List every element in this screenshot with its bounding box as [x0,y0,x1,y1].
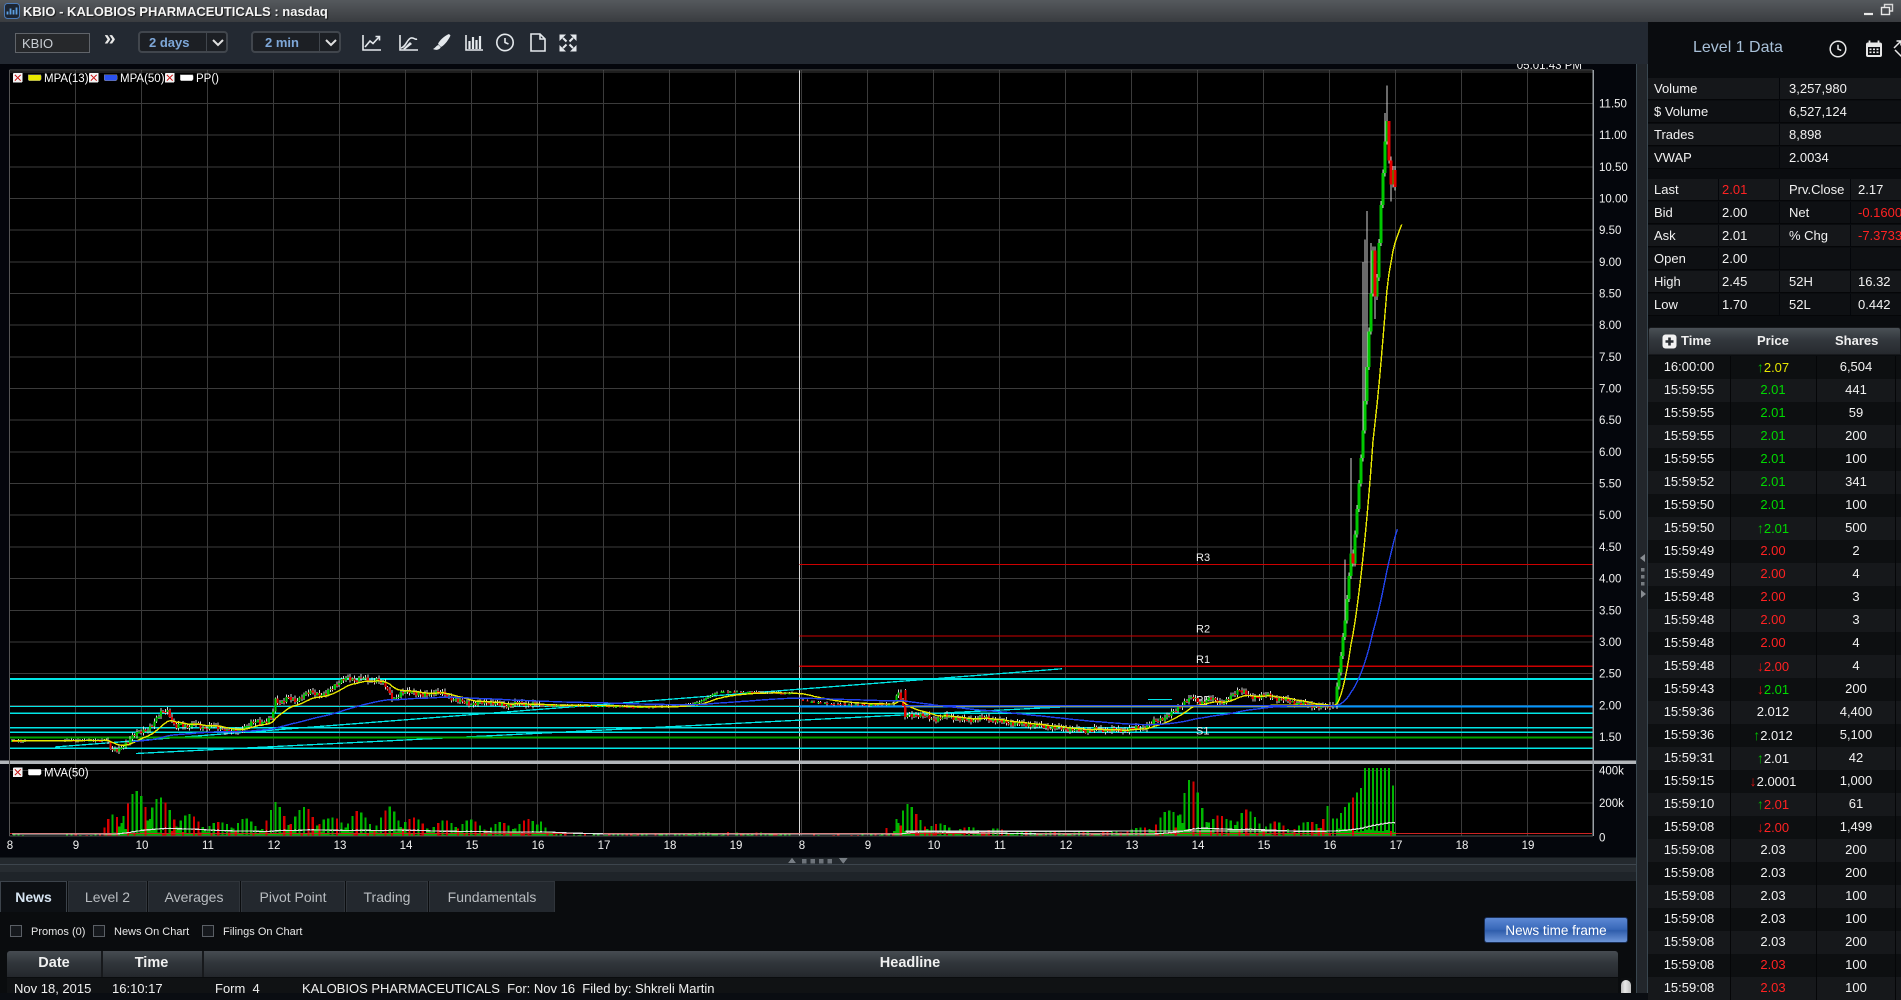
svg-text:15: 15 [1258,840,1271,852]
svg-text:10.50: 10.50 [1599,162,1628,174]
svg-text:15: 15 [466,840,479,852]
svg-text:13: 13 [1126,840,1139,852]
svg-text:7.50: 7.50 [1599,352,1621,364]
svg-text:18: 18 [664,840,677,852]
svg-text:4.50: 4.50 [1599,542,1621,554]
svg-text:MVA(50): MVA(50) [44,768,89,780]
svg-text:9.50: 9.50 [1599,225,1621,237]
svg-text:11: 11 [994,840,1006,852]
svg-text:5.50: 5.50 [1599,479,1621,491]
svg-text:5.00: 5.00 [1599,510,1621,522]
svg-text:11: 11 [202,840,214,852]
svg-text:7.00: 7.00 [1599,384,1621,396]
svg-text:10: 10 [136,840,149,852]
svg-text:8: 8 [799,840,805,852]
svg-text:05:01:43 PM: 05:01:43 PM [1517,64,1582,72]
svg-text:12: 12 [268,840,281,852]
svg-text:0: 0 [1599,833,1605,845]
svg-text:4.00: 4.00 [1599,574,1621,586]
svg-text:9: 9 [73,840,79,852]
svg-text:10: 10 [928,840,941,852]
svg-text:8.50: 8.50 [1599,289,1621,301]
svg-text:1.50: 1.50 [1599,732,1621,744]
svg-text:MPA(50): MPA(50) [120,73,165,85]
svg-text:13: 13 [334,840,347,852]
svg-text:3.00: 3.00 [1599,637,1621,649]
svg-text:14: 14 [400,840,413,852]
svg-text:3.50: 3.50 [1599,605,1621,617]
svg-text:6.00: 6.00 [1599,447,1621,459]
svg-text:16: 16 [1324,840,1337,852]
svg-text:12: 12 [1060,840,1073,852]
svg-text:PP(): PP() [196,73,219,85]
svg-text:19: 19 [1522,840,1535,852]
svg-text:9.00: 9.00 [1599,257,1621,269]
svg-text:14: 14 [1192,840,1205,852]
svg-text:11.50: 11.50 [1599,99,1627,111]
svg-text:9: 9 [865,840,871,852]
svg-text:S1: S1 [1196,726,1209,738]
svg-text:400k: 400k [1599,765,1624,777]
svg-text:19: 19 [730,840,743,852]
svg-text:17: 17 [1390,840,1403,852]
svg-text:2.00: 2.00 [1599,700,1621,712]
svg-text:R2: R2 [1196,624,1210,636]
svg-text:200k: 200k [1599,798,1624,810]
svg-text:8.00: 8.00 [1599,320,1621,332]
svg-text:MPA(13): MPA(13) [44,73,89,85]
svg-text:6.50: 6.50 [1599,415,1621,427]
svg-text:8: 8 [7,840,13,852]
svg-text:18: 18 [1456,840,1469,852]
svg-text:11.00: 11.00 [1599,130,1627,142]
svg-text:17: 17 [598,840,611,852]
svg-text:R3: R3 [1196,552,1210,564]
svg-text:10.00: 10.00 [1599,194,1628,206]
svg-text:16: 16 [532,840,545,852]
svg-text:R1: R1 [1196,654,1210,666]
svg-text:2.50: 2.50 [1599,669,1621,681]
